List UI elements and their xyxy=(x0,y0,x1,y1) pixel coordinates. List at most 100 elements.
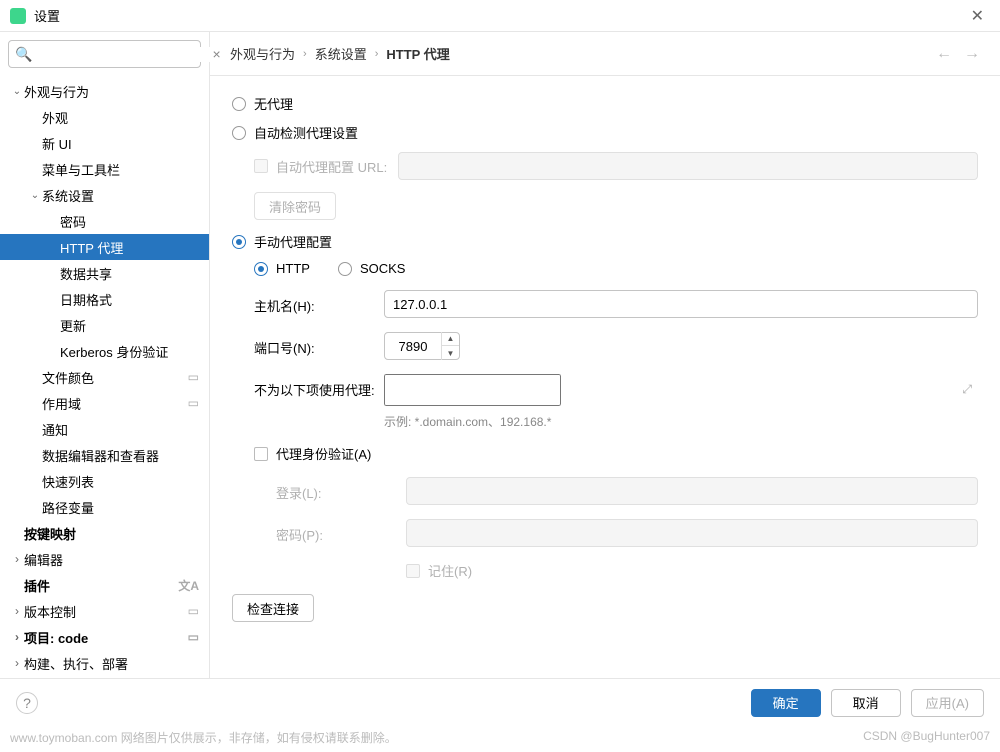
tree-item-badge: ▭ xyxy=(188,370,199,384)
breadcrumb-a[interactable]: 外观与行为 xyxy=(230,44,295,63)
breadcrumb-c: HTTP 代理 xyxy=(386,44,449,63)
watermark: www.toymoban.com 网络图片仅供展示，非存储，如有侵权请联系删除。… xyxy=(10,729,990,746)
stepper-up-icon[interactable]: ▲ xyxy=(442,332,459,346)
close-icon[interactable]: ✕ xyxy=(965,6,990,26)
chevron-right-icon[interactable] xyxy=(10,604,24,618)
hostname-input[interactable] xyxy=(384,290,978,318)
no-proxy-for-input[interactable] xyxy=(384,374,561,406)
radio-icon xyxy=(254,262,268,276)
settings-panel: 无代理 自动检测代理设置 自动代理配置 URL: 清除密码 手动代理配置 xyxy=(210,76,1000,678)
tree-item-label: 数据编辑器和查看器 xyxy=(42,446,159,465)
port-stepper[interactable]: ▲ ▼ xyxy=(384,332,460,360)
radio-auto-detect[interactable]: 自动检测代理设置 xyxy=(232,123,978,142)
radio-label: 手动代理配置 xyxy=(254,232,332,251)
tree-item-label: 作用域 xyxy=(42,394,81,413)
tree-item[interactable]: 新 UI xyxy=(0,130,209,156)
tree-item-label: 版本控制 xyxy=(24,602,76,621)
tree-item-label: 更新 xyxy=(60,316,86,335)
login-input xyxy=(406,477,978,505)
watermark-left: www.toymoban.com 网络图片仅供展示，非存储，如有侵权请联系删除。 xyxy=(10,729,397,746)
nav-forward-icon[interactable]: → xyxy=(964,45,980,63)
tree-item-label: 新 UI xyxy=(42,134,72,153)
radio-manual[interactable]: 手动代理配置 xyxy=(232,232,978,251)
tree-item[interactable]: 通知 xyxy=(0,416,209,442)
search-icon: 🔍 xyxy=(15,46,32,63)
chevron-right-icon[interactable] xyxy=(10,656,24,670)
tree-item-label: Kerberos 身份验证 xyxy=(60,342,168,361)
chevron-down-icon[interactable] xyxy=(10,86,24,97)
tree-item-label: 文件颜色 xyxy=(42,368,94,387)
tree-item[interactable]: 外观与行为 xyxy=(0,78,209,104)
tree-item[interactable]: 密码 xyxy=(0,208,209,234)
breadcrumb-b[interactable]: 系统设置 xyxy=(315,44,367,63)
radio-icon xyxy=(232,235,246,249)
tree-item-label: 路径变量 xyxy=(42,498,94,517)
radio-http[interactable]: HTTP xyxy=(276,261,310,276)
hostname-label: 主机名(H): xyxy=(254,290,384,315)
tree-item[interactable]: 文件颜色 ▭ xyxy=(0,364,209,390)
tree-item[interactable]: 外观 xyxy=(0,104,209,130)
tree-item-label: 编辑器 xyxy=(24,550,63,569)
tree-item[interactable]: 快速列表 xyxy=(0,468,209,494)
tree-item-label: 菜单与工具栏 xyxy=(42,160,120,179)
tree-item[interactable]: 插件 文A xyxy=(0,572,209,598)
search-clear-icon[interactable]: × xyxy=(212,46,220,62)
proxy-auth-label: 代理身份验证(A) xyxy=(276,444,371,463)
checkbox-icon xyxy=(254,447,268,461)
tree-item[interactable]: HTTP 代理 xyxy=(0,234,209,260)
tree-item[interactable]: 日期格式 xyxy=(0,286,209,312)
auto-config-url-input xyxy=(398,152,978,180)
breadcrumb-sep: › xyxy=(375,48,379,60)
tree-item[interactable]: 更新 xyxy=(0,312,209,338)
tree-item[interactable]: 路径变量 xyxy=(0,494,209,520)
radio-icon xyxy=(232,126,246,140)
tree-item[interactable]: 数据编辑器和查看器 xyxy=(0,442,209,468)
nav-back-icon[interactable]: ← xyxy=(936,45,952,63)
radio-icon xyxy=(232,97,246,111)
search-container: 🔍 × xyxy=(0,32,209,76)
chevron-down-icon[interactable] xyxy=(28,190,42,201)
radio-icon xyxy=(338,262,352,276)
tree-item[interactable]: 按键映射 xyxy=(0,520,209,546)
tree-item[interactable]: 菜单与工具栏 xyxy=(0,156,209,182)
no-proxy-for-label: 不为以下项使用代理: xyxy=(254,374,384,399)
help-icon[interactable]: ? xyxy=(16,692,38,714)
cancel-button[interactable]: 取消 xyxy=(831,689,901,717)
clear-password-button: 清除密码 xyxy=(254,192,336,220)
tree-item[interactable]: 作用域 ▭ xyxy=(0,390,209,416)
tree-item[interactable]: 系统设置 xyxy=(0,182,209,208)
tree-item-badge: ▭ xyxy=(188,396,199,410)
apply-button[interactable]: 应用(A) xyxy=(911,689,984,717)
ok-button[interactable]: 确定 xyxy=(751,689,821,717)
tree-item-badge: 文A xyxy=(178,577,199,594)
tree-item-label: 密码 xyxy=(60,212,86,231)
tree-item[interactable]: 数据共享 xyxy=(0,260,209,286)
tree-item-badge: ▭ xyxy=(188,630,199,644)
stepper-down-icon[interactable]: ▼ xyxy=(442,346,459,360)
settings-tree: 外观与行为外观新 UI 菜单与工具栏系统设置密码 HTTP 代理数据共享日期格式更新… xyxy=(0,76,209,678)
tree-item-label: 系统设置 xyxy=(42,186,94,205)
dialog-footer: ? 确定 取消 应用(A) xyxy=(0,678,1000,726)
port-input[interactable] xyxy=(385,339,441,354)
proxy-auth-row[interactable]: 代理身份验证(A) xyxy=(254,444,978,463)
radio-socks[interactable]: SOCKS xyxy=(360,261,406,276)
expand-icon[interactable]: ⤢ xyxy=(962,382,972,397)
login-label: 登录(L): xyxy=(276,477,406,502)
radio-no-proxy[interactable]: 无代理 xyxy=(232,94,978,113)
tree-item[interactable]: Kerberos 身份验证 xyxy=(0,338,209,364)
password-label: 密码(P): xyxy=(276,519,406,544)
tree-item[interactable]: 编辑器 xyxy=(0,546,209,572)
search-input[interactable] xyxy=(36,47,212,62)
tree-item[interactable]: 项目: code▭ xyxy=(0,624,209,650)
tree-item-label: HTTP 代理 xyxy=(60,238,123,257)
tree-item-label: 按键映射 xyxy=(24,524,76,543)
port-label: 端口号(N): xyxy=(254,332,384,357)
chevron-right-icon[interactable] xyxy=(10,630,24,644)
tree-item[interactable]: 版本控制▭ xyxy=(0,598,209,624)
chevron-right-icon[interactable] xyxy=(10,552,24,566)
tree-item-label: 构建、执行、部署 xyxy=(24,654,128,673)
check-connection-button[interactable]: 检查连接 xyxy=(232,594,314,622)
tree-item-label: 插件 xyxy=(24,576,50,595)
search-input-wrap[interactable]: 🔍 × xyxy=(8,40,201,68)
tree-item[interactable]: 构建、执行、部署 xyxy=(0,650,209,676)
